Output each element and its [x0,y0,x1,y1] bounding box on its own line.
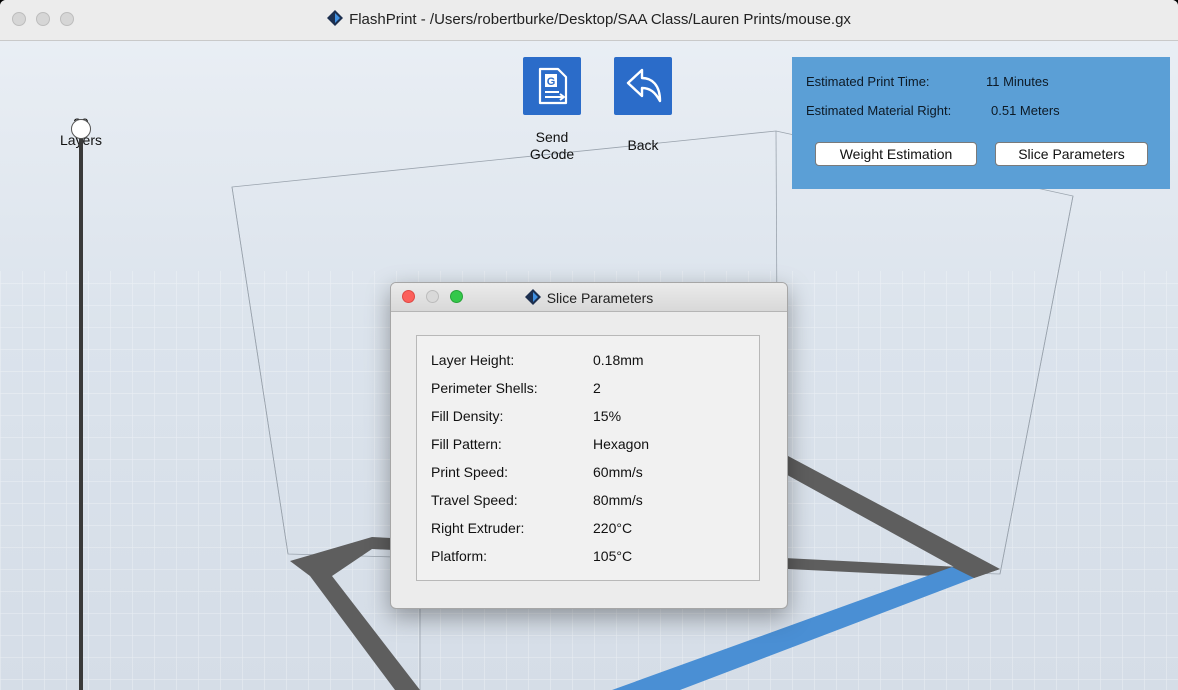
param-key: Platform: [431,548,488,564]
param-key: Layer Height: [431,352,515,368]
param-key: Fill Pattern: [431,436,502,452]
dialog-title-wrap: Slice Parameters [391,289,787,306]
param-key: Right Extruder: [431,520,525,536]
param-row: Print Speed: 60mm/s [431,464,751,484]
param-row: Platform: 105°C [431,548,751,568]
slice-parameters-dialog: Slice Parameters Layer Height: 0.18mm Pe… [390,282,788,609]
material-value: 0.51 Meters [991,103,1060,118]
print-time-label: Estimated Print Time: [806,74,930,89]
flashprint-diamond-icon [327,10,344,26]
param-value: 0.18mm [593,352,644,368]
param-row: Layer Height: 0.18mm [431,352,751,372]
layer-slider-track[interactable] [79,130,83,690]
slice-parameters-button[interactable]: Slice Parameters [995,142,1148,166]
flashprint-window: FlashPrint - /Users/robertburke/Desktop/… [0,0,1178,690]
gcode-file-icon: G [538,67,568,105]
param-value: 60mm/s [593,464,643,480]
svg-text:G: G [547,76,556,88]
param-value: 105°C [593,548,633,564]
param-value: 15% [593,408,622,424]
flashprint-diamond-icon [524,289,541,305]
window-title: FlashPrint - /Users/robertburke/Desktop/… [349,11,851,28]
weight-estimation-button[interactable]: Weight Estimation [815,142,977,166]
layer-slider-knob[interactable] [71,119,91,139]
param-row: Right Extruder: 220°C [431,520,751,540]
parameters-box: Layer Height: 0.18mm Perimeter Shells: 2… [416,335,760,581]
param-value: 220°C [593,520,633,536]
dialog-titlebar: Slice Parameters [391,283,787,312]
param-key: Print Speed: [431,464,509,480]
param-row: Perimeter Shells: 2 [431,380,751,400]
back-arrow-icon [626,68,662,103]
param-key: Perimeter Shells: [431,380,538,396]
param-row: Travel Speed: 80mm/s [431,492,751,512]
print-time-value: 11 Minutes [986,74,1049,89]
param-key: Fill Density: [431,408,504,424]
back-label: Back [627,137,659,153]
param-row: Fill Pattern: Hexagon [431,436,751,456]
send-gcode-label-line2: GCode [529,146,575,162]
send-gcode-label-line1: Send [535,129,569,145]
param-value: Hexagon [593,436,650,452]
param-key: Travel Speed: [431,492,518,508]
param-value: 80mm/s [593,492,643,508]
window-titlebar: FlashPrint - /Users/robertburke/Desktop/… [0,0,1178,41]
material-label: Estimated Material Right: [806,103,952,118]
send-gcode-label: Send GCode [512,129,592,163]
back-button[interactable] [614,57,672,115]
dialog-title: Slice Parameters [546,290,654,306]
param-row: Fill Density: 15% [431,408,751,428]
send-gcode-button[interactable]: G [523,57,581,115]
param-value: 2 [593,380,601,396]
window-title-wrap: FlashPrint - /Users/robertburke/Desktop/… [0,10,1178,28]
